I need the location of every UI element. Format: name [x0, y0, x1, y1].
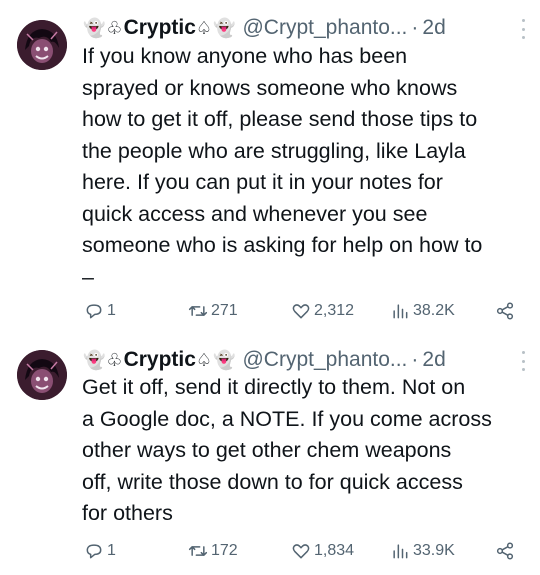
- separator-dot: ·: [411, 348, 419, 371]
- heart-icon: [292, 304, 310, 319]
- avatar[interactable]: [17, 20, 67, 70]
- repost-count: 172: [211, 542, 238, 559]
- tweet[interactable]: 👻 ♧ Cryptic ♤ 👻 @Crypt_phanto... · 2d Ge…: [0, 345, 540, 575]
- like-button[interactable]: 2,312: [291, 299, 354, 323]
- views-count: 38.2K: [413, 302, 455, 319]
- share-button[interactable]: [495, 539, 515, 563]
- user-handle[interactable]: @Crypt_phanto...: [242, 13, 407, 43]
- reply-button[interactable]: 1: [84, 539, 116, 563]
- speech-bubble-icon: [86, 544, 102, 559]
- tweet-actions: 1 271 2,312 38.2K: [0, 299, 540, 323]
- repost-button[interactable]: 172: [188, 539, 238, 563]
- heart-icon: [292, 544, 310, 559]
- tweet-text: Get it off, send it directly to them. No…: [82, 375, 492, 525]
- speech-bubble-icon: [86, 304, 102, 319]
- repost-button[interactable]: 271: [188, 299, 238, 323]
- display-name[interactable]: Cryptic: [124, 345, 196, 375]
- vertical-dots-icon[interactable]: [518, 19, 528, 39]
- display-name[interactable]: Cryptic: [124, 13, 196, 43]
- repost-count: 271: [211, 302, 238, 319]
- spade-icon: ♧: [106, 350, 123, 370]
- ghost-icon: 👻: [213, 18, 236, 38]
- spade-icon: ♤: [195, 18, 213, 38]
- reply-button[interactable]: 1: [84, 299, 116, 323]
- share-button[interactable]: [495, 299, 515, 323]
- like-button[interactable]: 1,834: [291, 539, 354, 563]
- ghost-icon: 👻: [83, 18, 106, 38]
- avatar[interactable]: [17, 350, 67, 400]
- repost-arrows-icon: [188, 306, 208, 316]
- separator-dot: ·: [411, 16, 419, 39]
- timestamp[interactable]: 2d: [422, 345, 445, 375]
- ghost-icon: 👻: [83, 350, 106, 370]
- bar-chart-icon: [393, 544, 408, 559]
- ghost-icon: 👻: [213, 350, 236, 370]
- spade-icon: ♤: [195, 350, 213, 370]
- timestamp[interactable]: 2d: [422, 13, 445, 43]
- share-icon: [496, 542, 514, 560]
- views-button[interactable]: 33.9K: [390, 539, 455, 563]
- tweet[interactable]: 👻 ♧ Cryptic ♤ 👻 @Crypt_phanto... · 2d If…: [0, 0, 540, 345]
- tweet-actions: 1 172 1,834 33.9K: [0, 539, 540, 563]
- tweet-header: 👻 ♧ Cryptic ♤ 👻 @Crypt_phanto... · 2d: [83, 13, 524, 43]
- tweet-header: 👻 ♧ Cryptic ♤ 👻 @Crypt_phanto... · 2d: [83, 345, 524, 375]
- views-button[interactable]: 38.2K: [390, 299, 455, 323]
- reply-count: 1: [107, 542, 116, 559]
- like-count: 2,312: [314, 302, 355, 319]
- repost-arrows-icon: [188, 546, 208, 556]
- views-count: 33.9K: [413, 542, 455, 559]
- like-count: 1,834: [314, 542, 355, 559]
- tweet-text: If you know anyone who has been sprayed …: [82, 44, 483, 289]
- vertical-dots-icon[interactable]: [518, 351, 528, 371]
- bar-chart-icon: [393, 304, 408, 319]
- share-icon: [496, 302, 514, 320]
- reply-count: 1: [107, 302, 116, 319]
- spade-icon: ♧: [106, 18, 123, 38]
- user-handle[interactable]: @Crypt_phanto...: [242, 345, 407, 375]
